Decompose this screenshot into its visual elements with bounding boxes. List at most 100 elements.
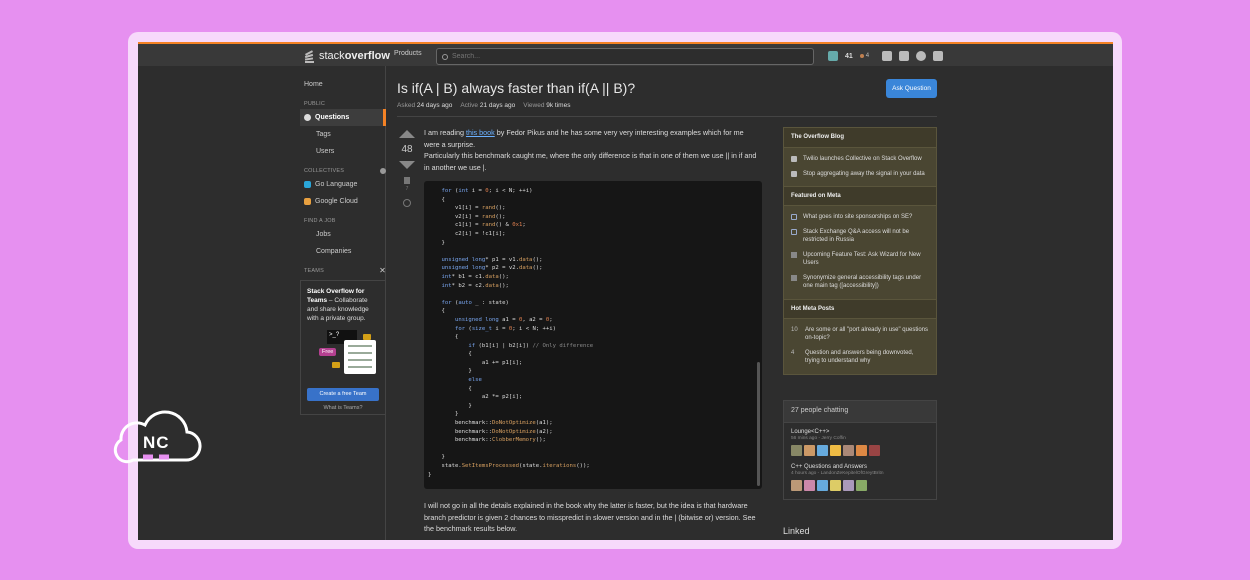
create-team-button[interactable]: Create a free Team xyxy=(307,388,379,401)
nav-users[interactable]: Users xyxy=(300,143,386,160)
blog-item[interactable]: Stop aggregating away the signal in your… xyxy=(784,167,936,182)
featured-item[interactable]: What goes into site sponsorships on SE? xyxy=(784,210,936,225)
hot-meta-item[interactable]: 4 Question and answers being downvoted, t… xyxy=(784,346,936,369)
history-icon[interactable] xyxy=(403,199,411,207)
chat-bubble-icon xyxy=(332,362,340,368)
hot-meta-header: Hot Meta Posts xyxy=(784,298,936,319)
products-link[interactable]: Products xyxy=(394,50,422,57)
nav-companies[interactable]: Companies xyxy=(300,243,386,260)
help-icon[interactable] xyxy=(916,51,927,61)
nav-jobs[interactable]: Jobs xyxy=(300,226,386,243)
avatar[interactable] xyxy=(856,480,867,491)
chat-room-name[interactable]: Lounge<C++> xyxy=(791,429,929,435)
pencil-icon xyxy=(791,170,797,177)
paragraph: I am reading this book by Fedor Pikus an… xyxy=(424,127,760,150)
avatar[interactable] xyxy=(856,445,867,456)
nav-questions-label: Questions xyxy=(315,114,350,121)
viewed-value: 9k times xyxy=(546,102,571,109)
chat-room-avatars xyxy=(791,445,929,456)
globe-icon xyxy=(304,113,311,121)
top-icons: 41 4 xyxy=(828,48,944,64)
go-icon xyxy=(304,180,311,188)
inbox-icon[interactable] xyxy=(882,51,893,61)
vote-cell: 48 7 xyxy=(398,130,416,207)
brand-light: stack xyxy=(319,50,345,62)
bronze-badge-count: 4 xyxy=(865,53,870,59)
blog-list: Twilio launches Collective on Stack Over… xyxy=(784,148,936,186)
question-title[interactable]: Is if(A | B) always faster than if(A || … xyxy=(397,80,635,96)
info-icon[interactable] xyxy=(380,168,386,174)
avatar[interactable] xyxy=(804,445,815,456)
ask-question-button[interactable]: Ask Question xyxy=(886,79,937,98)
avatar[interactable] xyxy=(830,445,841,456)
asked-value: 24 days ago xyxy=(416,102,453,109)
avatar[interactable] xyxy=(791,480,802,491)
teams-illustration: >_? Free xyxy=(307,328,379,384)
book-link[interactable]: this book xyxy=(466,128,495,137)
chat-widget: 27 people chatting Lounge<C++> 56 mins a… xyxy=(783,400,937,500)
find-job-header: FIND A JOB xyxy=(300,216,386,226)
blog-item[interactable]: Twilio launches Collective on Stack Over… xyxy=(784,152,936,167)
featured-item[interactable]: Synonymize general accessibility tags un… xyxy=(784,271,936,294)
avatar[interactable] xyxy=(843,480,854,491)
search-input[interactable] xyxy=(452,53,792,60)
hot-meta-item[interactable]: 10 Are some or all "port already in use" … xyxy=(784,323,936,346)
collectives-header: COLLECTIVES xyxy=(300,166,386,176)
chat-room-name[interactable]: C++ Questions and Answers xyxy=(791,464,929,470)
featured-item[interactable]: Upcoming Feature Test: Ask Wizard for Ne… xyxy=(784,248,936,271)
avatar[interactable] xyxy=(791,445,802,456)
upvote-icon[interactable] xyxy=(399,130,415,138)
question-body-outro: I will not go in all the details explain… xyxy=(424,500,760,535)
avatar[interactable] xyxy=(843,445,854,456)
achievements-icon[interactable] xyxy=(899,51,910,61)
active-meta: Active 21 days ago xyxy=(460,102,515,109)
avatar[interactable] xyxy=(817,445,828,456)
chat-room-meta: 56 mins ago - Jerry Coffin xyxy=(791,436,846,441)
nav-collective-gcloud[interactable]: Google Cloud xyxy=(300,193,386,210)
chat-bubble-icon xyxy=(363,334,371,340)
question-body-intro: I am reading this book by Fedor Pikus an… xyxy=(424,127,760,173)
chat-room[interactable]: Lounge<C++> 56 mins ago - Jerry Coffin xyxy=(784,423,936,458)
p1-before: I am reading xyxy=(424,128,466,137)
code-block[interactable]: for (int i = 0; i < N; ++i) { v1[i] = ra… xyxy=(424,181,762,489)
document-icon xyxy=(344,340,376,374)
chat-room[interactable]: C++ Questions and Answers 4 hours ago - … xyxy=(784,458,936,499)
asked-meta: Asked 24 days ago xyxy=(397,102,452,109)
featured-item-title: What goes into site sponsorships on SE? xyxy=(803,214,913,220)
public-header: PUBLIC xyxy=(300,99,386,109)
hot-meta-count: 10 xyxy=(791,326,798,333)
code-scrollbar[interactable] xyxy=(757,362,760,486)
stackoverflow-logo[interactable]: stack overflow xyxy=(304,47,390,65)
active-value[interactable]: 21 days ago xyxy=(480,102,515,109)
avatar[interactable] xyxy=(828,51,838,61)
vote-count: 48 xyxy=(401,144,413,155)
nav-questions[interactable]: Questions xyxy=(300,109,386,126)
nav-collective-go-label: Go Language xyxy=(315,181,358,188)
chat-header[interactable]: 27 people chatting xyxy=(784,401,936,423)
featured-item[interactable]: Stack Exchange Q&A access will not be re… xyxy=(784,225,936,248)
nav-collective-go[interactable]: Go Language xyxy=(300,176,386,193)
viewed-meta: Viewed 9k times xyxy=(523,102,570,109)
meta-icon xyxy=(791,214,797,220)
close-icon[interactable]: ✕ xyxy=(379,266,386,276)
downvote-icon[interactable] xyxy=(399,161,415,169)
site-switcher-icon[interactable] xyxy=(933,51,944,61)
blog-item-title: Twilio launches Collective on Stack Over… xyxy=(803,156,922,162)
avatar[interactable] xyxy=(804,480,815,491)
bookmark-icon[interactable] xyxy=(404,177,410,184)
title-divider xyxy=(397,116,937,117)
chat-room-avatars xyxy=(791,480,929,491)
what-is-teams-link[interactable]: What is Teams? xyxy=(307,405,379,411)
search-box[interactable] xyxy=(436,48,814,65)
featured-meta-header: Featured on Meta xyxy=(784,186,936,206)
top-bar: stackoverflow Products 41 4 xyxy=(138,42,1113,66)
nav-tags[interactable]: Tags xyxy=(300,126,386,143)
google-cloud-icon xyxy=(304,197,311,205)
left-sidebar: Home PUBLIC Questions Tags Users COLLECT… xyxy=(300,76,386,415)
avatar[interactable] xyxy=(869,445,880,456)
question-meta: Asked 24 days ago Active 21 days ago Vie… xyxy=(397,102,570,109)
avatar[interactable] xyxy=(817,480,828,491)
linked-header: Linked xyxy=(783,526,810,536)
avatar[interactable] xyxy=(830,480,841,491)
nav-home[interactable]: Home xyxy=(300,76,386,93)
